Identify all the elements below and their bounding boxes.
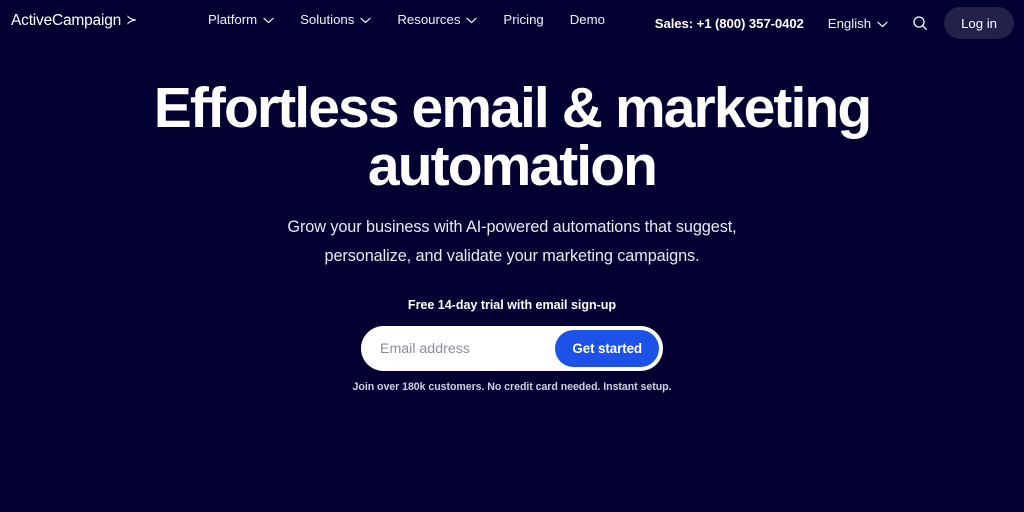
- hero-subheadline: Grow your business with AI-powered autom…: [287, 218, 737, 265]
- login-button[interactable]: Log in: [944, 7, 1014, 39]
- brand-logo[interactable]: ActiveCampaign ≻: [11, 13, 137, 29]
- nav-item-demo[interactable]: Demo: [570, 13, 605, 26]
- nav-menu: Platform Solutions Resources Pricing Dem…: [208, 13, 605, 26]
- trial-note: Free 14-day trial with email sign-up: [407, 298, 617, 312]
- sales-phone-link[interactable]: Sales: +1 (800) 357-0402: [655, 16, 804, 31]
- get-started-button[interactable]: Get started: [555, 330, 659, 367]
- landing-page: ActiveCampaign ≻ Platform Solutions Reso…: [0, 0, 1024, 512]
- nav-item-label: Solutions: [300, 12, 355, 27]
- chevron-down-icon: [466, 17, 478, 24]
- nav-item-label: Pricing: [503, 12, 544, 27]
- chevron-down-icon: [877, 21, 888, 28]
- nav-item-label: Platform: [208, 12, 258, 27]
- brand-name: ActiveCampaign: [11, 12, 122, 29]
- nav-utilities: Sales: +1 (800) 357-0402 English Log in: [655, 7, 1014, 39]
- nav-item-label: Resources: [397, 12, 461, 27]
- page-title: Effortless email & marketing automation: [153, 76, 872, 198]
- nav-item-solutions[interactable]: Solutions: [300, 13, 371, 26]
- language-label: English: [827, 15, 872, 31]
- chevron-down-icon: [263, 17, 274, 24]
- chevron-down-icon: [360, 17, 371, 24]
- email-signup-form: Get started: [361, 326, 663, 371]
- nav-item-label: Demo: [569, 12, 605, 27]
- main-navigation: ActiveCampaign ≻ Platform Solutions Reso…: [0, 0, 1024, 46]
- search-icon[interactable]: [910, 13, 930, 33]
- signup-fineprint: Join over 180k customers. No credit card…: [352, 381, 672, 393]
- nav-item-resources[interactable]: Resources: [397, 12, 478, 27]
- email-input[interactable]: [361, 327, 556, 370]
- nav-item-platform[interactable]: Platform: [208, 13, 274, 26]
- brand-arrow-icon: ≻: [126, 12, 137, 27]
- nav-item-pricing[interactable]: Pricing: [503, 13, 543, 26]
- language-selector[interactable]: English: [828, 16, 888, 31]
